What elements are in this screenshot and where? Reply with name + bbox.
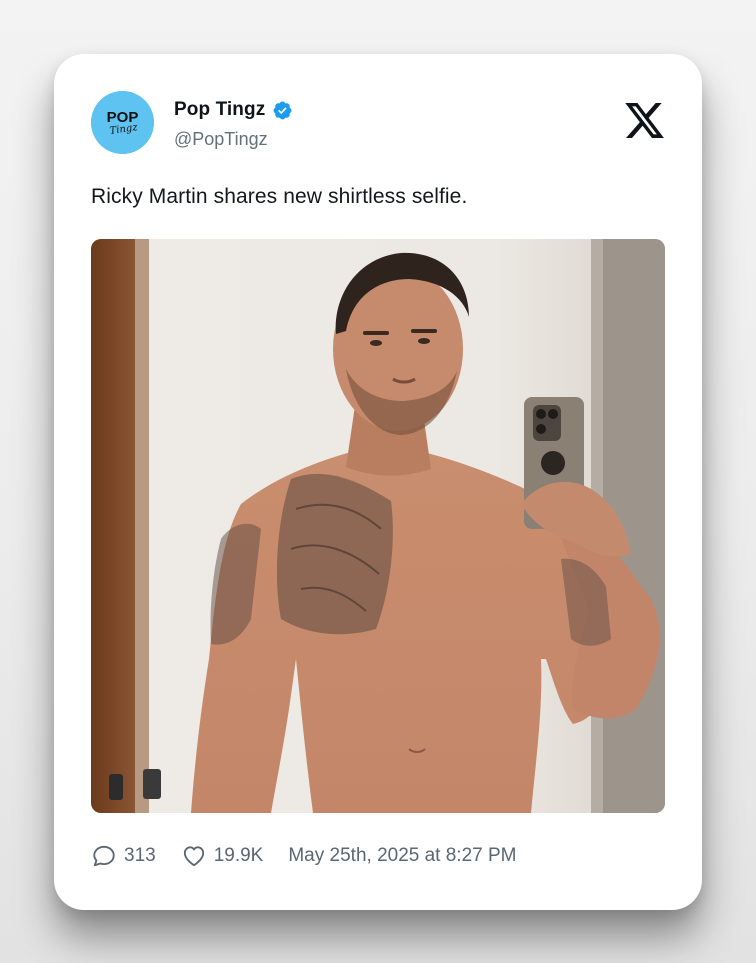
heart-icon — [183, 846, 204, 867]
tweet-card: POP Tingz Pop Tingz @PopTingz Ricky Mart… — [54, 54, 702, 910]
author-name-row: Pop Tingz — [174, 97, 293, 123]
like-stat[interactable]: 19.9K — [181, 843, 264, 869]
selfie-photo-image — [91, 239, 665, 813]
reply-count: 313 — [124, 845, 156, 866]
tweet-photo[interactable] — [91, 239, 665, 813]
avatar[interactable]: POP Tingz — [91, 91, 154, 154]
comment-icon — [93, 845, 115, 867]
x-logo-icon[interactable] — [623, 99, 666, 142]
verified-badge-icon — [273, 101, 292, 119]
tweet-footer: 313 19.9K May 25th, 2025 at 8:27 PM — [91, 841, 517, 871]
reply-stat[interactable]: 313 — [91, 843, 156, 869]
tweet-text: Ricky Martin shares new shirtless selfie… — [91, 185, 468, 208]
like-count: 19.9K — [213, 845, 264, 866]
author-display-name[interactable]: Pop Tingz — [174, 99, 265, 121]
poptingz-logo-icon: POP Tingz — [91, 91, 154, 154]
tweet-timestamp[interactable]: May 25th, 2025 at 8:27 PM — [288, 845, 516, 867]
author-handle[interactable]: @PopTingz — [174, 129, 268, 150]
